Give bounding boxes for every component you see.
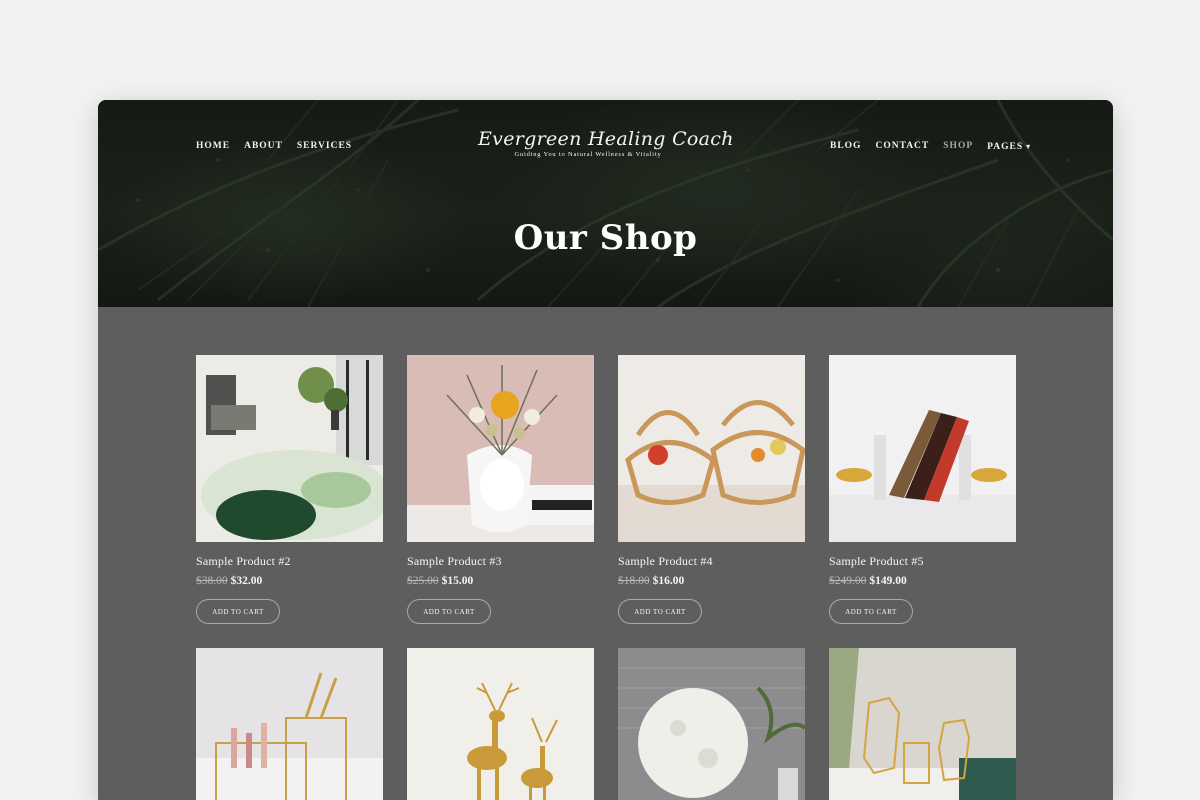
product-card xyxy=(618,648,805,800)
main-nav-left: HOME ABOUT SERVICES xyxy=(196,141,352,151)
logo-tagline: Guiding You to Natural Wellness & Vitali… xyxy=(514,151,662,158)
product-card: Sample Product #3 $25.00 $15.00 ADD TO CA… xyxy=(407,355,594,624)
product-grid: Sample Product #2 $38.00 $32.00 ADD TO CA… xyxy=(196,355,1018,800)
product-image[interactable] xyxy=(829,648,1016,800)
product-name[interactable]: Sample Product #5 xyxy=(829,554,1016,569)
product-image[interactable] xyxy=(829,355,1016,542)
product-old-price: $38.00 xyxy=(196,575,228,587)
nav-about[interactable]: ABOUT xyxy=(244,141,283,151)
product-old-price: $249.00 xyxy=(829,575,867,587)
product-image[interactable] xyxy=(196,648,383,800)
nav-contact[interactable]: CONTACT xyxy=(875,141,929,152)
main-nav-right: BLOG CONTACT SHOP PAGES ▾ xyxy=(830,141,1031,152)
site-logo[interactable]: Evergreen Healing Coach Guiding You to N… xyxy=(478,128,734,158)
product-name[interactable]: Sample Product #3 xyxy=(407,554,594,569)
product-sale-price: $15.00 xyxy=(441,575,474,587)
product-image[interactable] xyxy=(196,355,383,542)
product-card xyxy=(407,648,594,800)
product-section: Sample Product #2 $38.00 $32.00 ADD TO CA… xyxy=(196,355,1018,800)
add-to-cart-button[interactable]: ADD TO CART xyxy=(196,599,280,624)
product-sale-price: $149.00 xyxy=(869,575,907,587)
nav-home[interactable]: HOME xyxy=(196,141,230,151)
product-sale-price: $32.00 xyxy=(230,575,263,587)
product-price: $18.00 $16.00 xyxy=(618,575,805,587)
nav-blog[interactable]: BLOG xyxy=(830,141,861,152)
logo-title: Evergreen Healing Coach xyxy=(478,128,734,150)
product-card xyxy=(196,648,383,800)
product-sale-price: $16.00 xyxy=(652,575,685,587)
product-price: $38.00 $32.00 xyxy=(196,575,383,587)
chevron-down-icon: ▾ xyxy=(1026,142,1032,151)
product-old-price: $18.00 xyxy=(618,575,650,587)
product-card: Sample Product #2 $38.00 $32.00 ADD TO CA… xyxy=(196,355,383,624)
product-name[interactable]: Sample Product #2 xyxy=(196,554,383,569)
product-image[interactable] xyxy=(618,648,805,800)
add-to-cart-button[interactable]: ADD TO CART xyxy=(618,599,702,624)
nav-pages-label: PAGES xyxy=(987,142,1024,152)
product-image[interactable] xyxy=(407,355,594,542)
nav-shop[interactable]: SHOP xyxy=(943,141,973,152)
hero-banner: HOME ABOUT SERVICES Evergreen Healing Co… xyxy=(98,100,1113,307)
product-card: Sample Product #5 $249.00 $149.00 ADD TO … xyxy=(829,355,1016,624)
product-card xyxy=(829,648,1016,800)
nav-services[interactable]: SERVICES xyxy=(297,141,352,151)
product-image[interactable] xyxy=(407,648,594,800)
add-to-cart-button[interactable]: ADD TO CART xyxy=(829,599,913,624)
product-name[interactable]: Sample Product #4 xyxy=(618,554,805,569)
product-card: Sample Product #4 $18.00 $16.00 ADD TO CA… xyxy=(618,355,805,624)
product-old-price: $25.00 xyxy=(407,575,439,587)
nav-pages[interactable]: PAGES ▾ xyxy=(987,141,1031,152)
page-title: Our Shop xyxy=(513,218,698,258)
product-image[interactable] xyxy=(618,355,805,542)
product-price: $249.00 $149.00 xyxy=(829,575,1016,587)
product-price: $25.00 $15.00 xyxy=(407,575,594,587)
add-to-cart-button[interactable]: ADD TO CART xyxy=(407,599,491,624)
browser-window: HOME ABOUT SERVICES Evergreen Healing Co… xyxy=(98,100,1113,800)
